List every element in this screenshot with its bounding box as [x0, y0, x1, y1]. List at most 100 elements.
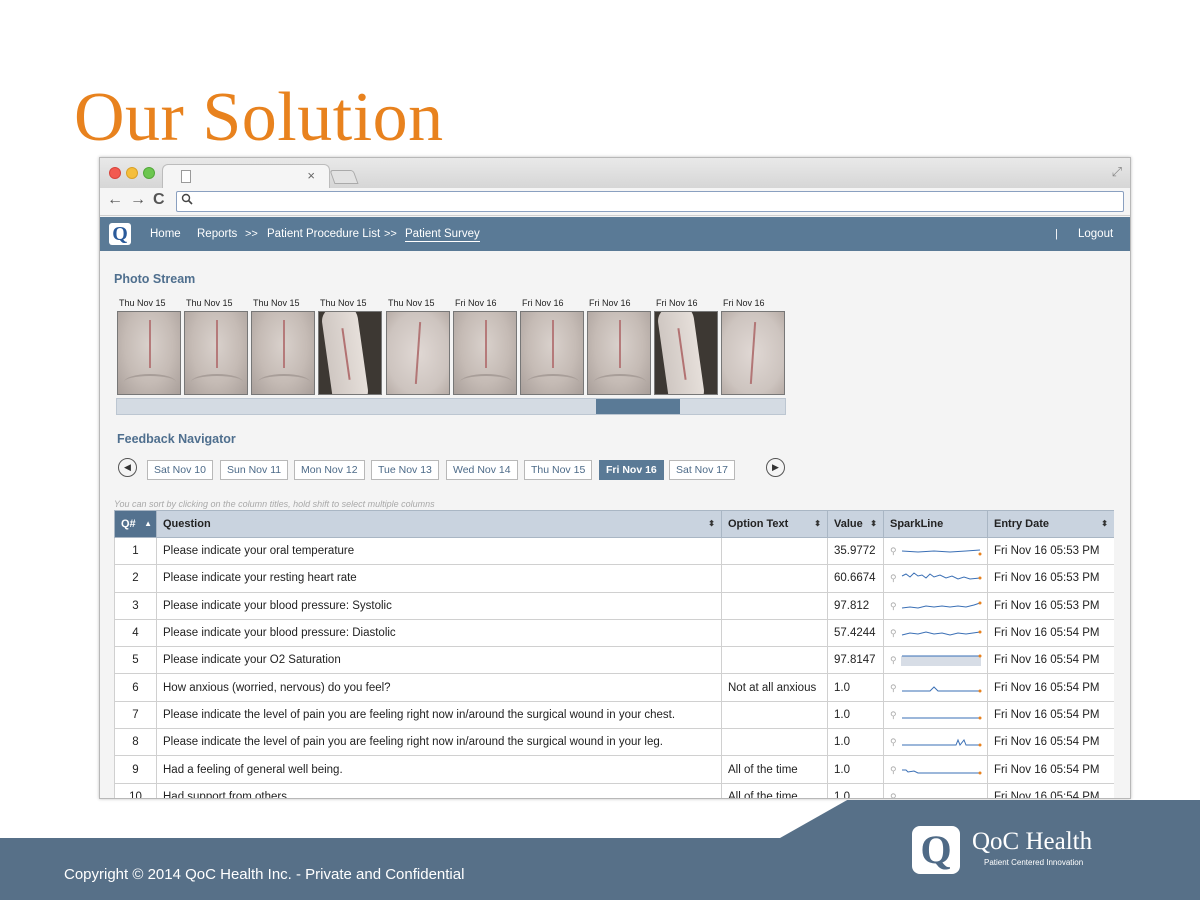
sparkline-last-point: [978, 798, 981, 799]
app-content: Q Home Reports >> Patient Procedure List…: [100, 217, 1130, 799]
magnify-icon[interactable]: ⚲: [890, 601, 897, 611]
reload-icon[interactable]: C: [153, 191, 165, 209]
sparkline-chart[interactable]: [900, 627, 982, 639]
table-row[interactable]: 6 How anxious (worried, nervous) do you f…: [114, 673, 1114, 702]
sparkline-chart[interactable]: [900, 545, 982, 557]
table-row[interactable]: 9 Had a feeling of general well being. All…: [114, 755, 1114, 784]
wound-photo-thumbnail[interactable]: [184, 311, 248, 395]
sparkline-chart[interactable]: [900, 600, 982, 612]
cell-question: How anxious (worried, nervous) do you fe…: [156, 673, 722, 702]
minimize-window-icon[interactable]: [126, 167, 138, 179]
nav-patient-survey[interactable]: Patient Survey: [405, 228, 480, 242]
magnify-icon[interactable]: ⚲: [890, 683, 897, 693]
cell-option-text: [721, 564, 828, 593]
scrollbar-thumb[interactable]: [596, 399, 680, 414]
column-header-question[interactable]: Question ⬍: [156, 510, 722, 538]
photo-date: Thu Nov 15: [119, 298, 166, 308]
feedback-date-button[interactable]: Sat Nov 17: [669, 460, 735, 480]
app-logo[interactable]: Q: [109, 223, 131, 245]
table-row[interactable]: 7 Please indicate the level of pain you a…: [114, 700, 1114, 730]
forward-arrow-icon[interactable]: →: [130, 191, 146, 209]
cell-question: Had support from others: [156, 782, 722, 798]
wound-photo-thumbnail[interactable]: [721, 311, 785, 395]
magnify-icon[interactable]: ⚲: [890, 765, 897, 775]
feedback-date-button[interactable]: Thu Nov 15: [524, 460, 593, 480]
magnify-icon[interactable]: ⚲: [890, 628, 897, 638]
magnify-icon[interactable]: ⚲: [890, 737, 897, 747]
column-header-option-text[interactable]: Option Text ⬍: [721, 510, 828, 538]
nav-reports[interactable]: Reports: [197, 228, 237, 240]
sparkline-chart[interactable]: [900, 791, 982, 799]
feedback-date-button[interactable]: Tue Nov 13: [371, 460, 439, 480]
sparkline-chart[interactable]: [900, 682, 982, 694]
new-tab-button[interactable]: [329, 170, 359, 184]
magnify-icon[interactable]: ⚲: [890, 655, 897, 665]
table-row[interactable]: 5 Please indicate your O2 Saturation 97.81…: [114, 646, 1114, 675]
feedback-date-button[interactable]: Sun Nov 11: [220, 460, 289, 480]
feedback-date-button[interactable]: Mon Nov 12: [294, 460, 365, 480]
fullscreen-icon[interactable]: ⤢: [1112, 164, 1122, 180]
next-dates-icon[interactable]: ▶: [766, 458, 785, 477]
feedback-date-button-active[interactable]: Fri Nov 16: [599, 460, 664, 480]
cell-value: 1.0: [827, 700, 884, 730]
wound-photo-thumbnail[interactable]: [251, 311, 315, 395]
feedback-date-button[interactable]: Sat Nov 10: [147, 460, 213, 480]
table-row[interactable]: 2 Please indicate your resting heart rate…: [114, 564, 1114, 593]
magnify-icon[interactable]: ⚲: [890, 546, 897, 556]
sparkline-chart[interactable]: [900, 572, 982, 584]
cell-entry-date: Fri Nov 16 05:54 PM: [987, 700, 1114, 730]
column-header-value[interactable]: Value ⬍: [827, 510, 884, 538]
survey-table-container[interactable]: Q# ▲ Question ⬍ Option Text ⬍ Value ⬍ SparkL…: [114, 510, 1114, 799]
table-row[interactable]: 3 Please indicate your blood pressure: Sy…: [114, 591, 1114, 620]
zoom-window-icon[interactable]: [143, 167, 155, 179]
brand-name: QoC Health: [972, 828, 1093, 855]
wound-photo-thumbnail[interactable]: [117, 311, 181, 395]
cell-sparkline: ⚲: [883, 782, 988, 799]
app-nav-bar: Q Home Reports >> Patient Procedure List…: [100, 217, 1130, 251]
table-row[interactable]: 10 Had support from others All of the time…: [114, 782, 1114, 799]
cell-question: Had a feeling of general well being.: [156, 755, 722, 784]
sparkline-chart[interactable]: [900, 654, 982, 667]
logout-link[interactable]: Logout: [1078, 228, 1113, 240]
cell-q-number: 9: [114, 755, 157, 784]
column-header-q-number[interactable]: Q# ▲: [114, 510, 157, 538]
table-row[interactable]: 8 Please indicate the level of pain you a…: [114, 728, 1114, 757]
photo-date: Fri Nov 16: [455, 298, 497, 308]
table-row[interactable]: 4 Please indicate your blood pressure: Di…: [114, 618, 1114, 648]
cell-entry-date: Fri Nov 16 05:53 PM: [987, 564, 1114, 593]
wound-photo-thumbnail[interactable]: [318, 311, 382, 395]
cell-question: Please indicate your blood pressure: Sys…: [156, 591, 722, 620]
sparkline-path: [901, 549, 980, 553]
magnify-icon[interactable]: ⚲: [890, 792, 897, 798]
back-arrow-icon[interactable]: ←: [107, 191, 123, 209]
wound-photo-thumbnail[interactable]: [386, 311, 450, 395]
column-header-entry-date[interactable]: Entry Date ⬍: [987, 510, 1114, 538]
survey-table: Q# ▲ Question ⬍ Option Text ⬍ Value ⬍ SparkL…: [114, 510, 1114, 799]
browser-tab[interactable]: ×: [162, 164, 330, 188]
nav-procedure-list[interactable]: Patient Procedure List: [267, 228, 380, 240]
close-window-icon[interactable]: [109, 167, 121, 179]
sparkline-chart[interactable]: [900, 736, 982, 748]
wound-photo-thumbnail[interactable]: [453, 311, 517, 395]
sparkline-last-point: [978, 552, 982, 556]
cell-question: Please indicate your blood pressure: Dia…: [156, 618, 722, 648]
wound-photo-thumbnail[interactable]: [587, 311, 651, 395]
cell-q-number: 7: [114, 700, 157, 730]
previous-dates-icon[interactable]: ◀: [118, 458, 137, 477]
sparkline-chart[interactable]: [900, 709, 982, 721]
cell-entry-date: Fri Nov 16 05:54 PM: [987, 618, 1114, 648]
magnify-icon[interactable]: ⚲: [890, 710, 897, 720]
close-tab-icon[interactable]: ×: [307, 168, 315, 183]
sparkline-chart[interactable]: [900, 764, 982, 776]
wound-photo-thumbnail[interactable]: [654, 311, 718, 395]
table-row[interactable]: 1 Please indicate your oral temperature 35…: [114, 536, 1114, 566]
column-header-sparkline[interactable]: SparkLine: [883, 510, 988, 538]
cell-entry-date: Fri Nov 16 05:53 PM: [987, 591, 1114, 620]
feedback-date-button[interactable]: Wed Nov 14: [446, 460, 518, 480]
wound-photo-thumbnail[interactable]: [520, 311, 584, 395]
address-bar[interactable]: [176, 191, 1124, 212]
photo-stream-scrollbar[interactable]: [116, 398, 786, 415]
nav-home[interactable]: Home: [150, 228, 181, 240]
cell-sparkline: ⚲: [883, 646, 988, 675]
magnify-icon[interactable]: ⚲: [890, 573, 897, 583]
